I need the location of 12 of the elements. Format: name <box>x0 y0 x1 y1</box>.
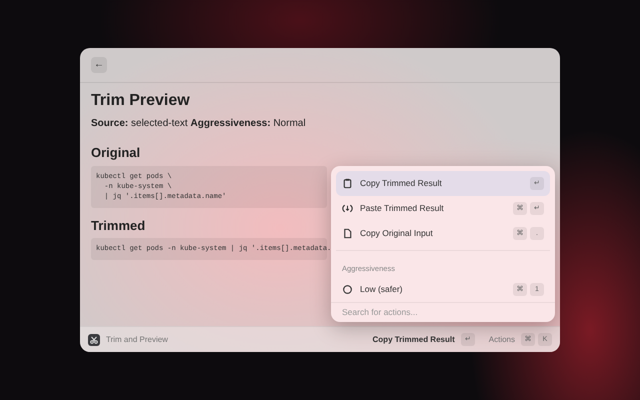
document-icon <box>342 228 353 239</box>
app-name: Trim and Preview <box>106 334 169 346</box>
back-button[interactable]: ← <box>91 57 107 73</box>
circle-icon <box>342 284 353 296</box>
scissors-icon <box>88 334 100 346</box>
section-heading: Trimmed <box>91 218 146 234</box>
search-field[interactable]: Search for actions... <box>340 305 546 320</box>
section-heading: Original <box>91 145 140 161</box>
page-title: Trim Preview <box>91 91 191 110</box>
source-info: Source: selected-text Aggressiveness: Normal <box>91 117 307 132</box>
primary-action-button[interactable]: Copy Trimmed Result <box>372 334 455 346</box>
clipboard-icon <box>342 178 353 189</box>
